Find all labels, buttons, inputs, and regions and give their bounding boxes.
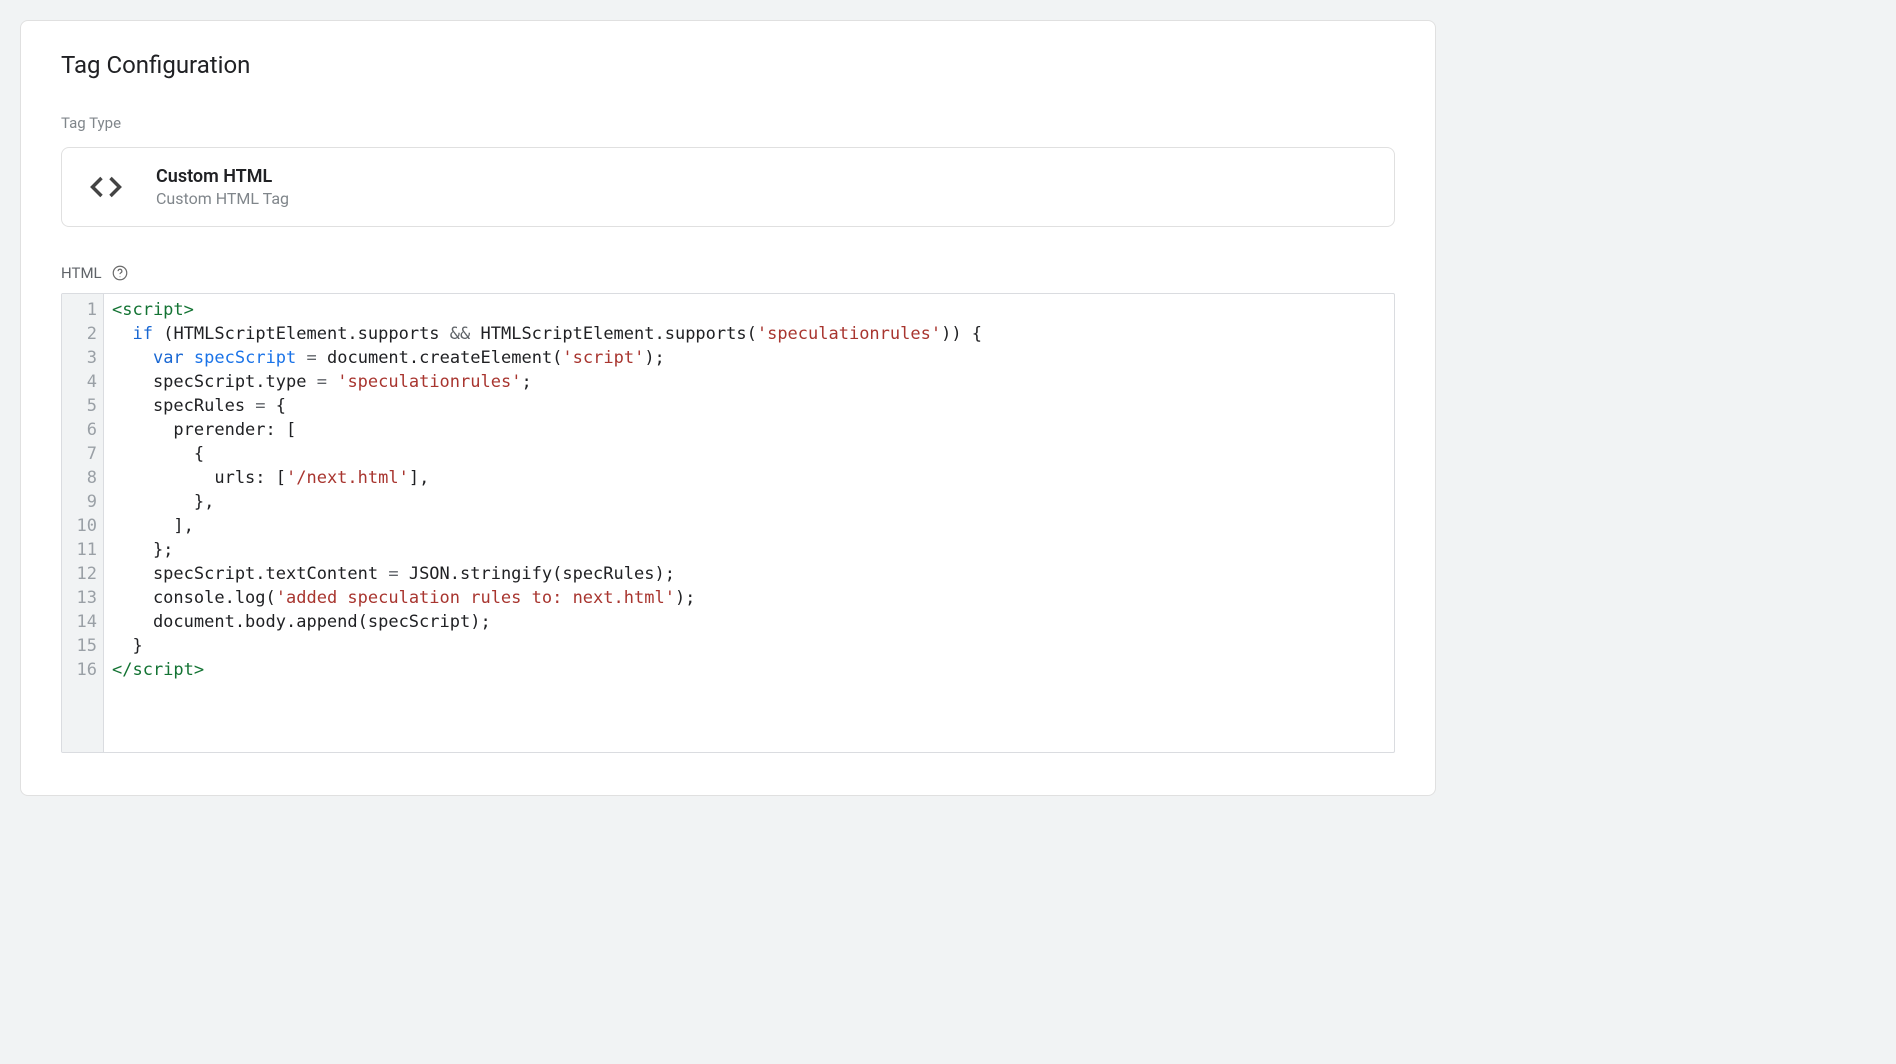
code-line[interactable]: }, <box>112 490 1386 514</box>
line-number: 9 <box>72 490 97 514</box>
line-number: 14 <box>72 610 97 634</box>
html-code-editor[interactable]: 12345678910111213141516 <script> if (HTM… <box>61 293 1395 753</box>
code-area[interactable]: <script> if (HTMLScriptElement.supports … <box>104 294 1394 752</box>
line-number: 8 <box>72 466 97 490</box>
line-number: 7 <box>72 442 97 466</box>
line-number: 15 <box>72 634 97 658</box>
line-number: 3 <box>72 346 97 370</box>
code-line[interactable]: { <box>112 442 1386 466</box>
tag-type-label: Tag Type <box>61 114 1395 132</box>
tag-type-text: Custom HTML Custom HTML Tag <box>156 166 289 208</box>
tag-type-name: Custom HTML <box>156 166 289 187</box>
code-brackets-icon <box>86 167 126 207</box>
code-line[interactable]: specScript.textContent = JSON.stringify(… <box>112 562 1386 586</box>
line-number: 6 <box>72 418 97 442</box>
code-gutter: 12345678910111213141516 <box>62 294 104 752</box>
card-title: Tag Configuration <box>61 51 1395 79</box>
tag-type-selector[interactable]: Custom HTML Custom HTML Tag <box>61 147 1395 227</box>
code-line[interactable]: </script> <box>112 658 1386 682</box>
code-line[interactable]: if (HTMLScriptElement.supports && HTMLSc… <box>112 322 1386 346</box>
code-line[interactable]: }; <box>112 538 1386 562</box>
code-line[interactable]: console.log('added speculation rules to:… <box>112 586 1386 610</box>
line-number: 1 <box>72 298 97 322</box>
line-number: 13 <box>72 586 97 610</box>
tag-type-subtitle: Custom HTML Tag <box>156 189 289 208</box>
code-line[interactable]: document.body.append(specScript); <box>112 610 1386 634</box>
line-number: 2 <box>72 322 97 346</box>
line-number: 5 <box>72 394 97 418</box>
code-line[interactable]: ], <box>112 514 1386 538</box>
code-line[interactable]: var specScript = document.createElement(… <box>112 346 1386 370</box>
line-number: 10 <box>72 514 97 538</box>
code-line[interactable]: specRules = { <box>112 394 1386 418</box>
code-line[interactable]: <script> <box>112 298 1386 322</box>
line-number: 12 <box>72 562 97 586</box>
html-field-label: HTML <box>61 264 102 282</box>
tag-configuration-card: Tag Configuration Tag Type Custom HTML C… <box>20 20 1436 796</box>
line-number: 4 <box>72 370 97 394</box>
html-field-label-row: HTML <box>61 263 1395 283</box>
code-line[interactable]: urls: ['/next.html'], <box>112 466 1386 490</box>
code-line[interactable]: specScript.type = 'speculationrules'; <box>112 370 1386 394</box>
help-icon[interactable] <box>110 263 130 283</box>
code-line[interactable]: } <box>112 634 1386 658</box>
line-number: 11 <box>72 538 97 562</box>
code-line[interactable]: prerender: [ <box>112 418 1386 442</box>
line-number: 16 <box>72 658 97 682</box>
